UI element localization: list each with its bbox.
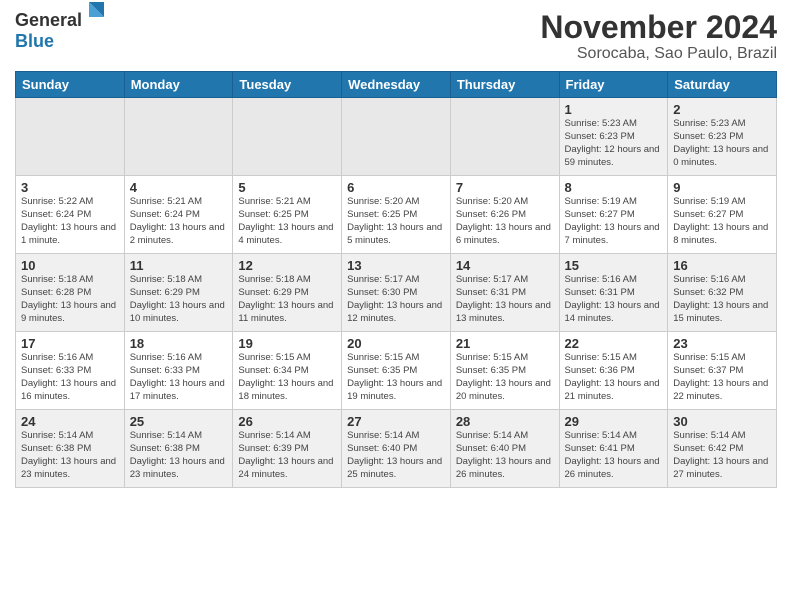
- header-wednesday: Wednesday: [342, 72, 451, 98]
- calendar-cell: 25Sunrise: 5:14 AMSunset: 6:38 PMDayligh…: [124, 410, 233, 488]
- calendar-cell: 18Sunrise: 5:16 AMSunset: 6:33 PMDayligh…: [124, 332, 233, 410]
- calendar-cell: 9Sunrise: 5:19 AMSunset: 6:27 PMDaylight…: [668, 176, 777, 254]
- calendar-cell: 15Sunrise: 5:16 AMSunset: 6:31 PMDayligh…: [559, 254, 668, 332]
- month-title: November 2024: [540, 10, 777, 45]
- calendar-cell: [233, 98, 342, 176]
- calendar-cell: [450, 98, 559, 176]
- calendar-cell: 12Sunrise: 5:18 AMSunset: 6:29 PMDayligh…: [233, 254, 342, 332]
- calendar-cell: 20Sunrise: 5:15 AMSunset: 6:35 PMDayligh…: [342, 332, 451, 410]
- calendar-cell: 2Sunrise: 5:23 AMSunset: 6:23 PMDaylight…: [668, 98, 777, 176]
- calendar-cell: 21Sunrise: 5:15 AMSunset: 6:35 PMDayligh…: [450, 332, 559, 410]
- calendar-cell: [124, 98, 233, 176]
- header: General Blue November 2024 Sorocaba, Sao…: [15, 10, 777, 63]
- calendar-cell: 8Sunrise: 5:19 AMSunset: 6:27 PMDaylight…: [559, 176, 668, 254]
- calendar-cell: 13Sunrise: 5:17 AMSunset: 6:30 PMDayligh…: [342, 254, 451, 332]
- calendar-cell: 24Sunrise: 5:14 AMSunset: 6:38 PMDayligh…: [16, 410, 125, 488]
- calendar-cell: 5Sunrise: 5:21 AMSunset: 6:25 PMDaylight…: [233, 176, 342, 254]
- calendar-cell: [16, 98, 125, 176]
- header-thursday: Thursday: [450, 72, 559, 98]
- calendar-cell: 4Sunrise: 5:21 AMSunset: 6:24 PMDaylight…: [124, 176, 233, 254]
- calendar-cell: 16Sunrise: 5:16 AMSunset: 6:32 PMDayligh…: [668, 254, 777, 332]
- calendar-cell: 6Sunrise: 5:20 AMSunset: 6:25 PMDaylight…: [342, 176, 451, 254]
- calendar-cell: 23Sunrise: 5:15 AMSunset: 6:37 PMDayligh…: [668, 332, 777, 410]
- calendar-cell: 11Sunrise: 5:18 AMSunset: 6:29 PMDayligh…: [124, 254, 233, 332]
- calendar-cell: [342, 98, 451, 176]
- header-monday: Monday: [124, 72, 233, 98]
- logo: General Blue: [15, 10, 82, 52]
- calendar-cell: 1Sunrise: 5:23 AMSunset: 6:23 PMDaylight…: [559, 98, 668, 176]
- header-sunday: Sunday: [16, 72, 125, 98]
- page: General Blue November 2024 Sorocaba, Sao…: [0, 0, 792, 612]
- calendar-cell: 28Sunrise: 5:14 AMSunset: 6:40 PMDayligh…: [450, 410, 559, 488]
- calendar-cell: 30Sunrise: 5:14 AMSunset: 6:42 PMDayligh…: [668, 410, 777, 488]
- header-tuesday: Tuesday: [233, 72, 342, 98]
- header-friday: Friday: [559, 72, 668, 98]
- calendar-cell: 29Sunrise: 5:14 AMSunset: 6:41 PMDayligh…: [559, 410, 668, 488]
- calendar-cell: 22Sunrise: 5:15 AMSunset: 6:36 PMDayligh…: [559, 332, 668, 410]
- location-title: Sorocaba, Sao Paulo, Brazil: [540, 45, 777, 63]
- calendar: Sunday Monday Tuesday Wednesday Thursday…: [15, 71, 777, 488]
- title-area: November 2024 Sorocaba, Sao Paulo, Brazi…: [540, 10, 777, 63]
- calendar-cell: 19Sunrise: 5:15 AMSunset: 6:34 PMDayligh…: [233, 332, 342, 410]
- calendar-cell: 10Sunrise: 5:18 AMSunset: 6:28 PMDayligh…: [16, 254, 125, 332]
- calendar-cell: 3Sunrise: 5:22 AMSunset: 6:24 PMDaylight…: [16, 176, 125, 254]
- calendar-cell: 17Sunrise: 5:16 AMSunset: 6:33 PMDayligh…: [16, 332, 125, 410]
- header-saturday: Saturday: [668, 72, 777, 98]
- calendar-cell: 14Sunrise: 5:17 AMSunset: 6:31 PMDayligh…: [450, 254, 559, 332]
- calendar-cell: 26Sunrise: 5:14 AMSunset: 6:39 PMDayligh…: [233, 410, 342, 488]
- calendar-cell: 7Sunrise: 5:20 AMSunset: 6:26 PMDaylight…: [450, 176, 559, 254]
- calendar-cell: 27Sunrise: 5:14 AMSunset: 6:40 PMDayligh…: [342, 410, 451, 488]
- days-header-row: Sunday Monday Tuesday Wednesday Thursday…: [16, 72, 777, 98]
